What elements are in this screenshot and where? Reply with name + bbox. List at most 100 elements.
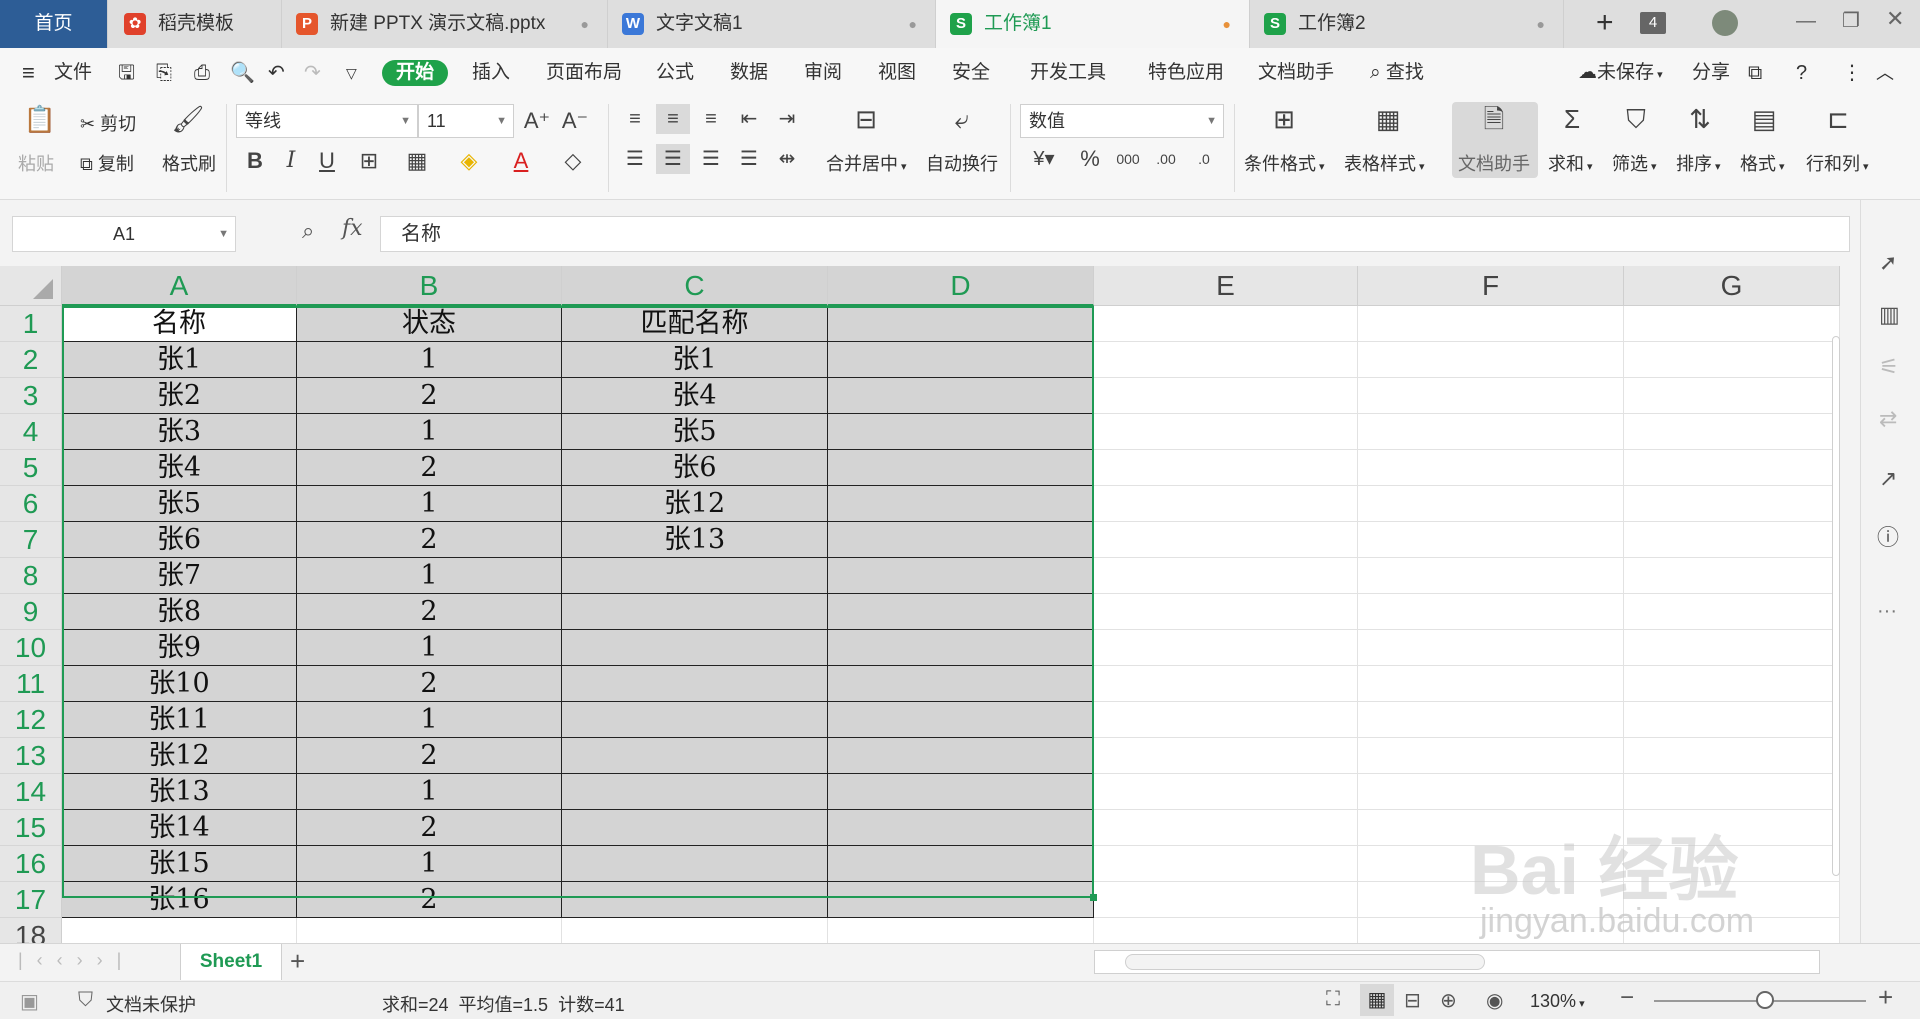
column-header[interactable]: F [1358,266,1624,306]
table-cell[interactable] [62,918,297,943]
fill-handle[interactable] [1090,894,1097,901]
more-dots-icon[interactable]: ··· [1877,600,1897,623]
chart-icon[interactable]: ▥ [1879,302,1900,328]
table-cell[interactable]: 张9 [62,630,297,666]
table-cell[interactable] [1094,810,1358,846]
table-cell[interactable] [1624,738,1840,774]
table-cell[interactable] [828,522,1094,558]
cut-button[interactable]: ✂ 剪切 [80,110,136,136]
table-cell[interactable]: 张7 [62,558,297,594]
table-cell[interactable] [1094,846,1358,882]
tab-count-badge[interactable]: 4 [1640,12,1666,34]
font-name-select[interactable]: 等线 ▼ [236,104,418,138]
settings-sliders-icon[interactable]: ⚟ [1879,354,1899,380]
table-cell[interactable] [1094,882,1358,918]
menu-insert[interactable]: 插入 [472,60,510,86]
redo-icon[interactable]: ↷ [304,60,321,86]
table-cell[interactable]: 2 [297,738,562,774]
table-cell[interactable] [1358,666,1624,702]
menu-formula[interactable]: 公式 [656,60,694,86]
table-cell[interactable]: 张12 [562,486,828,522]
table-cell[interactable] [1624,306,1840,342]
table-cell[interactable]: 2 [297,810,562,846]
table-cell[interactable] [562,846,828,882]
table-cell[interactable]: 张14 [62,810,297,846]
row-header[interactable]: 1 [0,306,62,342]
zoom-in-button[interactable]: + [1878,982,1893,1013]
save-icon[interactable]: 🖫 [118,60,135,86]
row-header[interactable]: 11 [0,666,62,702]
table-cell[interactable]: 张4 [562,378,828,414]
tab-close-icon[interactable]: ● [909,0,917,48]
tab-close-icon[interactable]: ● [581,0,589,48]
bold-button[interactable]: B [244,146,266,176]
table-cell[interactable] [1094,342,1358,378]
table-cell[interactable] [828,378,1094,414]
table-cell[interactable]: 1 [297,414,562,450]
vertical-scrollbar[interactable] [1832,316,1840,906]
table-cell[interactable]: 1 [297,558,562,594]
normal-view-icon[interactable]: ▦ [1360,984,1394,1016]
page-break-view-icon[interactable]: ⊟ [1404,988,1421,1013]
spreadsheet-grid[interactable]: ABCDEFG 1 2 3 4 5 6 7 8 9 10 11 12 13 14 15 16 17 18 名称 状态… [0,266,1840,943]
fill-pattern-icon[interactable]: ▦ [400,146,434,176]
table-cell[interactable] [828,810,1094,846]
page-layout-view-icon[interactable]: ⊕ [1440,988,1457,1013]
tab-workbook2[interactable]: S 工作簿2 ● [1250,0,1564,48]
menu-security[interactable]: 安全 [952,60,990,86]
table-cell[interactable] [1358,378,1624,414]
table-cell[interactable]: 张6 [562,450,828,486]
menu-view[interactable]: 视图 [878,60,916,86]
sheet-tab-sheet1[interactable]: Sheet1 [180,944,282,980]
table-cell[interactable] [1358,486,1624,522]
table-cell[interactable] [1358,774,1624,810]
macro-icon[interactable]: ▣ [20,989,39,1014]
table-cell[interactable]: 张1 [562,342,828,378]
table-cell[interactable] [297,918,562,943]
font-size-select[interactable]: 11 ▼ [418,104,514,138]
tab-writer[interactable]: W 文字文稿1 ● [608,0,936,48]
table-cell[interactable]: 张8 [62,594,297,630]
unsaved-status[interactable]: ☁未保存 ▾ [1578,60,1663,88]
export-icon[interactable]: ⎘ [156,60,172,86]
table-cell[interactable] [828,666,1094,702]
print-icon[interactable]: ⎙ [194,60,210,86]
collapse-ribbon-icon[interactable]: ︿ [1876,60,1894,86]
table-cell[interactable]: 张1 [62,342,297,378]
table-cell[interactable]: 张4 [62,450,297,486]
table-cell[interactable] [1624,486,1840,522]
row-header[interactable]: 4 [0,414,62,450]
undo-icon[interactable]: ↶ [268,60,285,86]
row-header[interactable]: 17 [0,882,62,918]
table-cell[interactable] [1094,414,1358,450]
row-col-button[interactable]: 行和列 ▾ [1806,150,1869,176]
print-preview-icon[interactable]: 🔍 [230,60,255,86]
table-cell[interactable] [1358,702,1624,738]
menu-data[interactable]: 数据 [730,60,768,86]
table-cell[interactable] [1094,594,1358,630]
table-cell[interactable]: 1 [297,630,562,666]
table-cell[interactable] [562,702,828,738]
table-cell[interactable]: 2 [297,594,562,630]
table-cell[interactable] [1358,594,1624,630]
table-cell[interactable]: 张15 [62,846,297,882]
copy-button[interactable]: ⧉ 复制 [80,150,134,176]
table-cell[interactable] [828,342,1094,378]
table-cell[interactable] [1094,522,1358,558]
table-cell[interactable]: 张2 [62,378,297,414]
table-cell[interactable]: 1 [297,486,562,522]
select-pointer-icon[interactable]: ➚ [1879,250,1897,276]
table-cell[interactable] [1624,666,1840,702]
table-cell[interactable] [1624,342,1840,378]
table-cell[interactable]: 张13 [562,522,828,558]
align-right-icon[interactable]: ☰ [696,144,726,174]
conditional-format-button[interactable]: 条件格式 ▾ [1244,150,1325,176]
row-header[interactable]: 6 [0,486,62,522]
table-cell[interactable] [562,882,828,918]
table-cell[interactable]: 1 [297,774,562,810]
table-cell[interactable] [1094,378,1358,414]
table-cell[interactable] [1358,414,1624,450]
row-header[interactable]: 16 [0,846,62,882]
new-tab-plus-icon[interactable]: + [1596,8,1614,38]
wrap-text-button[interactable]: 自动换行 [926,150,998,176]
